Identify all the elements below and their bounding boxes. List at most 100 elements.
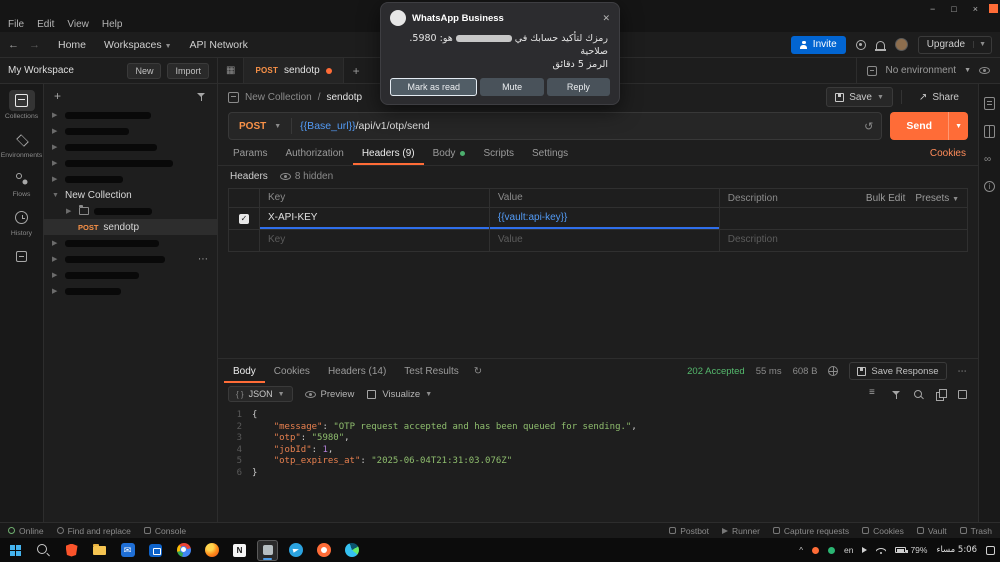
refresh-icon[interactable]: ↻: [468, 366, 488, 377]
save-button[interactable]: Save▼: [826, 87, 893, 107]
request-tab-body[interactable]: Body: [424, 142, 475, 165]
profile-avatar[interactable]: [895, 38, 908, 51]
add-collection-button[interactable]: +: [54, 89, 61, 103]
rail-item-configure[interactable]: [0, 246, 43, 269]
store-icon[interactable]: [145, 540, 166, 561]
response-tab-headers[interactable]: Headers (14): [319, 359, 395, 383]
request-tab-scripts[interactable]: Scripts: [474, 142, 523, 165]
header-description-cell[interactable]: [719, 208, 967, 229]
vault-button[interactable]: Vault: [917, 526, 947, 536]
menu-view[interactable]: View: [67, 19, 89, 30]
environment-icon[interactable]: [867, 66, 877, 76]
file-explorer-icon[interactable]: [89, 540, 110, 561]
response-size[interactable]: 608 B: [793, 366, 818, 377]
online-status[interactable]: Online: [8, 526, 44, 536]
rail-item-flows[interactable]: Flows: [0, 168, 43, 198]
nav-workspaces[interactable]: Workspaces▼: [104, 39, 172, 51]
rail-item-collections[interactable]: Collections: [0, 90, 43, 120]
documentation-icon[interactable]: [984, 97, 995, 110]
request-tab-headers[interactable]: Headers (9): [353, 142, 424, 165]
console-button[interactable]: Console: [144, 526, 186, 536]
sidebar-item-redacted[interactable]: ▶: [44, 235, 217, 251]
key-placeholder-cell[interactable]: Key: [259, 230, 489, 251]
edge-icon[interactable]: [341, 540, 362, 561]
presets-button[interactable]: Presets ▼: [915, 193, 959, 204]
mail-icon[interactable]: [117, 540, 138, 561]
row-checkbox[interactable]: ✓: [239, 214, 249, 224]
reply-button[interactable]: Reply: [547, 78, 610, 96]
maximize-button[interactable]: □: [951, 4, 956, 14]
whatsapp-notification[interactable]: WhatsApp Business ✕ رمزك لتأكيد حسابك في…: [380, 2, 620, 105]
header-key-cell[interactable]: X-API-KEY: [259, 208, 489, 229]
brave-icon[interactable]: [61, 540, 82, 561]
comments-icon[interactable]: [984, 125, 995, 138]
cookies-button[interactable]: Cookies: [862, 526, 904, 536]
sidebar-item-redacted[interactable]: ▶: [44, 107, 217, 123]
line-wrap-icon[interactable]: [869, 389, 880, 400]
sidebar-item-redacted[interactable]: ▶: [44, 123, 217, 139]
cookies-link[interactable]: Cookies: [930, 148, 972, 159]
share-button[interactable]: ↗Share: [910, 87, 968, 107]
sidebar-item-folder[interactable]: ▶: [44, 203, 217, 219]
response-more-actions-icon[interactable]: ⋯: [958, 366, 969, 377]
format-selector[interactable]: JSON▼: [228, 386, 293, 402]
notifications-bell-icon[interactable]: [876, 41, 885, 49]
postbot-button[interactable]: Postbot: [669, 526, 709, 536]
find-and-replace-button[interactable]: Find and replace: [57, 526, 131, 536]
volume-icon[interactable]: [862, 547, 867, 553]
request-tab-params[interactable]: Params: [224, 142, 276, 165]
breadcrumb-collection[interactable]: New Collection: [245, 92, 312, 103]
hidden-headers-toggle[interactable]: 8 hidden: [280, 171, 333, 182]
network-globe-icon[interactable]: [828, 366, 838, 376]
clock[interactable]: 5:06 مساء: [936, 545, 977, 555]
copy-icon[interactable]: [935, 389, 946, 400]
nav-home[interactable]: Home: [58, 39, 86, 51]
new-button[interactable]: New: [127, 63, 161, 79]
back-button[interactable]: ←: [8, 39, 19, 51]
header-value-cell[interactable]: {{vault:api-key}}: [489, 208, 719, 229]
minimize-button[interactable]: −: [930, 4, 935, 14]
status-badge[interactable]: 202 Accepted: [687, 366, 745, 377]
language-indicator[interactable]: en: [844, 545, 853, 555]
chevron-down-icon[interactable]: ▼: [877, 94, 884, 101]
postman-icon[interactable]: [313, 540, 334, 561]
focused-app-icon[interactable]: [257, 540, 278, 561]
tray-whatsapp-icon[interactable]: [828, 547, 835, 554]
code-link-icon[interactable]: [984, 153, 995, 166]
capture-requests-button[interactable]: Capture requests: [773, 526, 849, 536]
battery-indicator[interactable]: 79%: [895, 545, 927, 555]
sidebar-item-redacted[interactable]: ▶: [44, 155, 217, 171]
menu-edit[interactable]: Edit: [37, 19, 54, 30]
overview-grid-icon[interactable]: ▦: [218, 58, 243, 83]
sidebar-item-redacted[interactable]: ▶: [44, 171, 217, 187]
tray-postman-icon[interactable]: [812, 547, 819, 554]
upgrade-button[interactable]: Upgrade▼: [918, 36, 992, 54]
search-icon[interactable]: [913, 389, 924, 400]
send-options-chevron[interactable]: ▼: [948, 112, 968, 140]
taskbar-search-icon[interactable]: [33, 540, 54, 561]
import-button[interactable]: Import: [167, 63, 209, 79]
response-tab-test-results[interactable]: Test Results: [395, 359, 467, 383]
rail-item-history[interactable]: History: [0, 207, 43, 237]
request-tab-settings[interactable]: Settings: [523, 142, 577, 165]
settings-gear-icon[interactable]: [856, 40, 866, 50]
trash-button[interactable]: Trash: [960, 526, 992, 536]
notion-icon[interactable]: [229, 540, 250, 561]
wifi-icon[interactable]: [876, 547, 886, 554]
environment-selector[interactable]: No environment: [885, 65, 956, 76]
chevron-down-icon[interactable]: ▼: [964, 67, 971, 74]
sidebar-item-redacted[interactable]: ▶: [44, 139, 217, 155]
mark-as-read-button[interactable]: Mark as read: [390, 78, 477, 96]
nav-api-network[interactable]: API Network: [190, 39, 248, 51]
notification-center-icon[interactable]: [986, 546, 995, 555]
more-actions-icon[interactable]: ⋯: [198, 254, 209, 265]
close-icon[interactable]: ✕: [602, 13, 610, 24]
bulk-edit-button[interactable]: Bulk Edit: [866, 193, 905, 204]
close-button[interactable]: ×: [973, 4, 978, 14]
description-placeholder-cell[interactable]: Description: [719, 230, 967, 251]
environment-quick-look-icon[interactable]: [979, 67, 990, 74]
value-placeholder-cell[interactable]: Value: [489, 230, 719, 251]
start-button[interactable]: [5, 540, 26, 561]
menu-file[interactable]: File: [8, 19, 24, 30]
filter-icon[interactable]: [196, 91, 207, 102]
